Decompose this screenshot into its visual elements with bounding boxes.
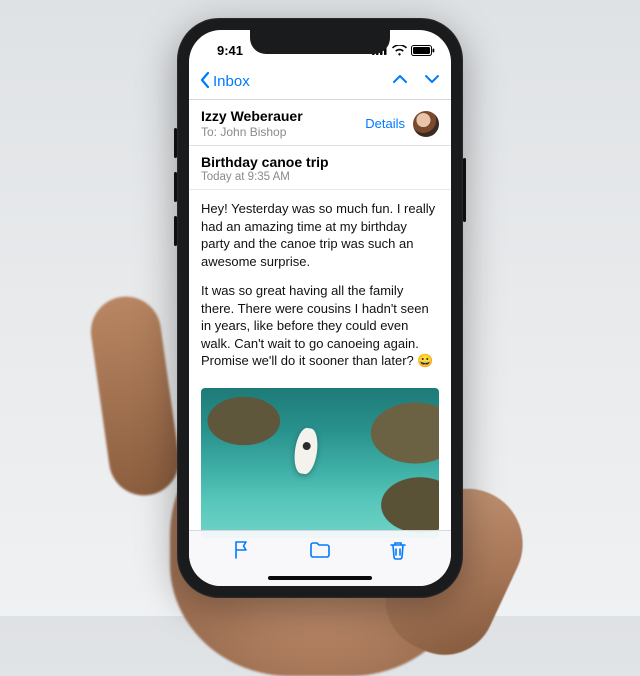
recipient-name: John Bishop: [220, 125, 286, 139]
trash-icon: [387, 539, 409, 561]
back-to-inbox-button[interactable]: Inbox: [199, 71, 250, 93]
status-time: 9:41: [205, 43, 255, 58]
sender-name[interactable]: Izzy Weberauer: [201, 108, 365, 124]
recipient-row[interactable]: To: John Bishop: [201, 125, 365, 139]
folder-icon: [308, 539, 332, 561]
battery-icon: [411, 45, 435, 56]
details-button[interactable]: Details: [365, 116, 405, 131]
delete-button[interactable]: [387, 539, 409, 566]
screen: 9:41 Inbox: [189, 30, 451, 586]
message-header: Izzy Weberauer To: John Bishop Details: [189, 100, 451, 146]
chevron-up-icon: [391, 72, 409, 86]
body-paragraph: It was so great having all the family th…: [201, 282, 439, 370]
chevron-left-icon: [199, 71, 211, 93]
mail-toolbar: [189, 530, 451, 586]
message-date: Today at 9:35 AM: [201, 171, 439, 183]
message-body: Hey! Yesterday was so much fun. I really…: [189, 190, 451, 388]
flag-icon: [231, 539, 253, 561]
subject-title: Birthday canoe trip: [201, 154, 439, 170]
chevron-down-icon: [423, 72, 441, 86]
attachment-image[interactable]: [201, 388, 439, 538]
mail-nav-bar: Inbox: [189, 64, 451, 100]
subject-block: Birthday canoe trip Today at 9:35 AM: [189, 146, 451, 190]
wifi-icon: [392, 45, 407, 56]
back-label: Inbox: [213, 73, 250, 90]
flag-button[interactable]: [231, 539, 253, 566]
canoe-illustration: [292, 427, 320, 476]
iphone-device-frame: 9:41 Inbox: [177, 18, 463, 598]
display-notch: [250, 30, 390, 54]
prev-message-button[interactable]: [391, 72, 409, 91]
home-indicator[interactable]: [268, 576, 372, 580]
next-message-button[interactable]: [423, 72, 441, 91]
avatar[interactable]: [413, 111, 439, 137]
body-paragraph: Hey! Yesterday was so much fun. I really…: [201, 200, 439, 270]
to-label: To:: [201, 125, 217, 139]
move-to-folder-button[interactable]: [308, 539, 332, 566]
